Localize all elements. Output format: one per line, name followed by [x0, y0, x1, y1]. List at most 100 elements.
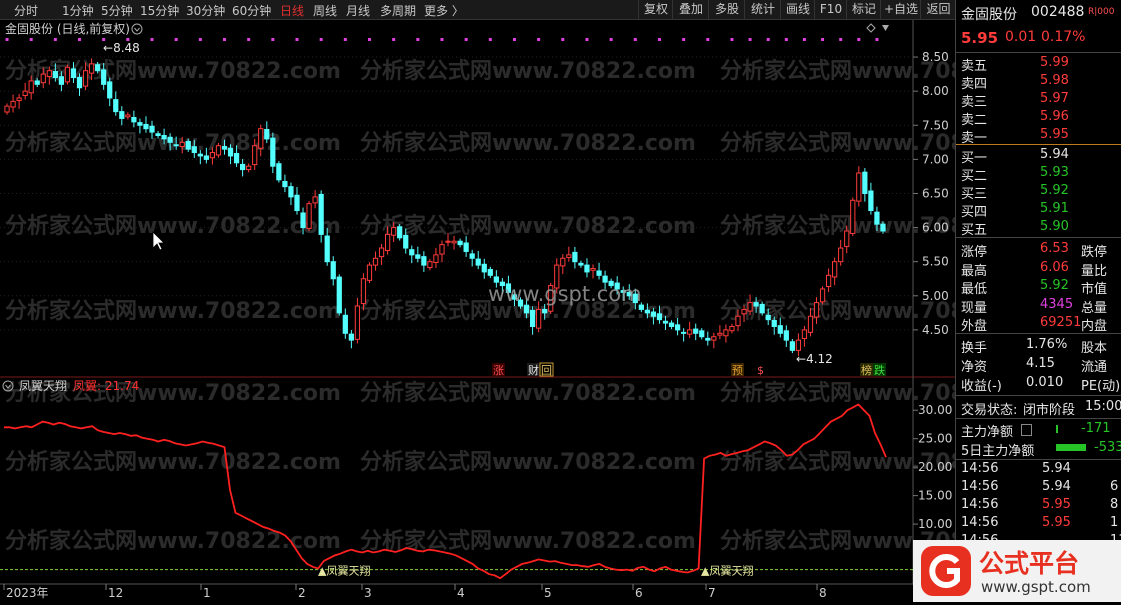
signal-dot	[784, 38, 788, 41]
multi-stock-button[interactable]: 多股	[708, 0, 745, 19]
main-net-row: 主力净额 -171	[961, 421, 1111, 440]
signal-dot	[585, 38, 589, 41]
candle-body	[723, 329, 729, 337]
event-marker-dollar[interactable]: $	[757, 364, 764, 377]
candle-body	[64, 66, 71, 83]
candle-body	[415, 254, 421, 259]
add-favorite-button[interactable]: +自选	[880, 0, 921, 19]
divider	[956, 418, 1121, 419]
ask-label: 卖四	[961, 77, 988, 92]
period-tab-30min[interactable]: 30分钟	[186, 2, 225, 19]
stock-code: 002488	[1031, 4, 1085, 20]
stat-row: 最低 5.92 市值	[956, 278, 1121, 297]
bid-price: 5.94	[1040, 147, 1069, 162]
period-tab-5min[interactable]: 5分钟	[101, 2, 133, 19]
candle-body	[70, 68, 77, 79]
tick-row: 14:56 5.94 6	[956, 479, 1121, 497]
indicator-tick-label: 10.00	[918, 517, 952, 531]
chart-canvas[interactable]: 分析家公式网www.70822.com 分析家公式网www.70822.com 分析…	[0, 20, 955, 602]
candle-body	[76, 77, 83, 89]
svg-text:财: 财	[528, 363, 539, 377]
candle-body	[801, 329, 808, 339]
diamond-icon[interactable]	[866, 23, 876, 33]
candle-body	[572, 251, 578, 263]
candle-body	[16, 97, 22, 102]
candle-body	[360, 278, 367, 305]
candle-body	[282, 180, 288, 188]
bid-label: 买三	[961, 187, 988, 202]
ask-row: 卖二 5.96	[956, 109, 1121, 128]
period-tab-multi[interactable]: 多周期	[380, 2, 416, 19]
mark-button[interactable]: 标记	[846, 0, 881, 19]
candle-body	[421, 256, 427, 266]
time-tick-label: 4	[457, 586, 465, 600]
divider	[956, 333, 1121, 334]
signal-dot	[537, 38, 541, 41]
event-marker-涨[interactable]: 涨	[492, 363, 505, 377]
price-axis: 4.50 5.00 5.50 6.00 6.50 7.00 7.50 8.00 8.50	[913, 50, 949, 337]
candle-body	[759, 303, 765, 314]
tick-time: 14:56	[961, 461, 999, 476]
candle-body	[227, 147, 234, 157]
statistics-button[interactable]: 统计	[744, 0, 781, 19]
candle-body	[318, 193, 324, 235]
candle-body	[40, 73, 46, 84]
candle-body	[258, 128, 264, 149]
divider	[956, 459, 1121, 460]
back-button[interactable]: 返回	[920, 0, 956, 19]
watermark-text: 分析家公式网www.70822.com	[360, 449, 696, 475]
scroll-down-icon[interactable]	[882, 25, 889, 31]
f10-button[interactable]: F10	[814, 0, 847, 19]
indicator-axis: 10.00 15.00 20.00 25.00 30.00	[913, 403, 952, 531]
signal-dot	[343, 38, 347, 41]
watermark-text: 分析家公式网www.70822.com	[5, 449, 341, 475]
signal-dot	[440, 38, 444, 41]
watermark-text: 分析家公式网www.70822.com	[360, 380, 696, 406]
candle-body	[578, 262, 584, 266]
list-icon[interactable]	[1021, 424, 1032, 436]
candle-body	[82, 70, 89, 87]
period-tab-60min[interactable]: 60分钟	[232, 2, 271, 19]
book-divider	[956, 144, 1121, 145]
candle-body	[336, 276, 342, 314]
price-tick-label: 7.00	[922, 152, 949, 166]
price-tick-label: 4.50	[922, 323, 949, 337]
period-tab-15min[interactable]: 15分钟	[140, 2, 179, 19]
stat-value: 69251	[1040, 315, 1082, 330]
stat-value: 0.010	[1026, 375, 1064, 390]
stat-row: 外盘 69251 内盘	[956, 315, 1121, 334]
event-marker-跌[interactable]: 跌	[873, 363, 886, 377]
stat-label: 现量	[961, 300, 988, 316]
period-tab-daily[interactable]: 日线	[280, 2, 304, 19]
stat-label: 净资	[961, 360, 988, 375]
price-change-pct: 0.17%	[1041, 29, 1086, 45]
event-marker-回[interactable]: 回	[539, 362, 554, 377]
price-tick-label: 5.00	[922, 289, 949, 303]
event-marker-财[interactable]: 财	[527, 363, 540, 377]
event-marker-预[interactable]: 预	[731, 363, 744, 377]
event-marker-榜[interactable]: 榜	[860, 363, 873, 377]
main-grid	[0, 56, 913, 331]
signal-dot	[839, 38, 843, 41]
overlay-button[interactable]: 叠加	[672, 0, 709, 19]
signal-dot	[198, 38, 202, 41]
candle-body	[838, 247, 844, 263]
period-tab-1min[interactable]: 1分钟	[62, 2, 94, 19]
indicator-tick-label: 30.00	[918, 403, 952, 417]
period-tab-more[interactable]: 更多 〉	[424, 2, 464, 19]
tick-volume: 8	[1110, 497, 1119, 512]
bid-price: 5.91	[1040, 201, 1069, 216]
bid-label: 买四	[961, 205, 988, 220]
period-tab-分时[interactable]: 分时	[14, 2, 38, 19]
divider	[956, 395, 1121, 396]
draw-line-button[interactable]: 画线	[780, 0, 815, 19]
candle-body	[819, 288, 826, 303]
period-tab-monthly[interactable]: 月线	[346, 2, 370, 19]
restore-rights-button[interactable]: 复权	[638, 0, 673, 19]
title-settings-icon[interactable]	[131, 23, 143, 35]
signal-dot	[53, 38, 57, 41]
chart-area[interactable]: 分析家公式网www.70822.com 分析家公式网www.70822.com 分析…	[0, 20, 955, 602]
signal-dot	[821, 38, 825, 41]
period-tab-weekly[interactable]: 周线	[313, 2, 337, 19]
stat-label: 最高	[961, 263, 988, 279]
